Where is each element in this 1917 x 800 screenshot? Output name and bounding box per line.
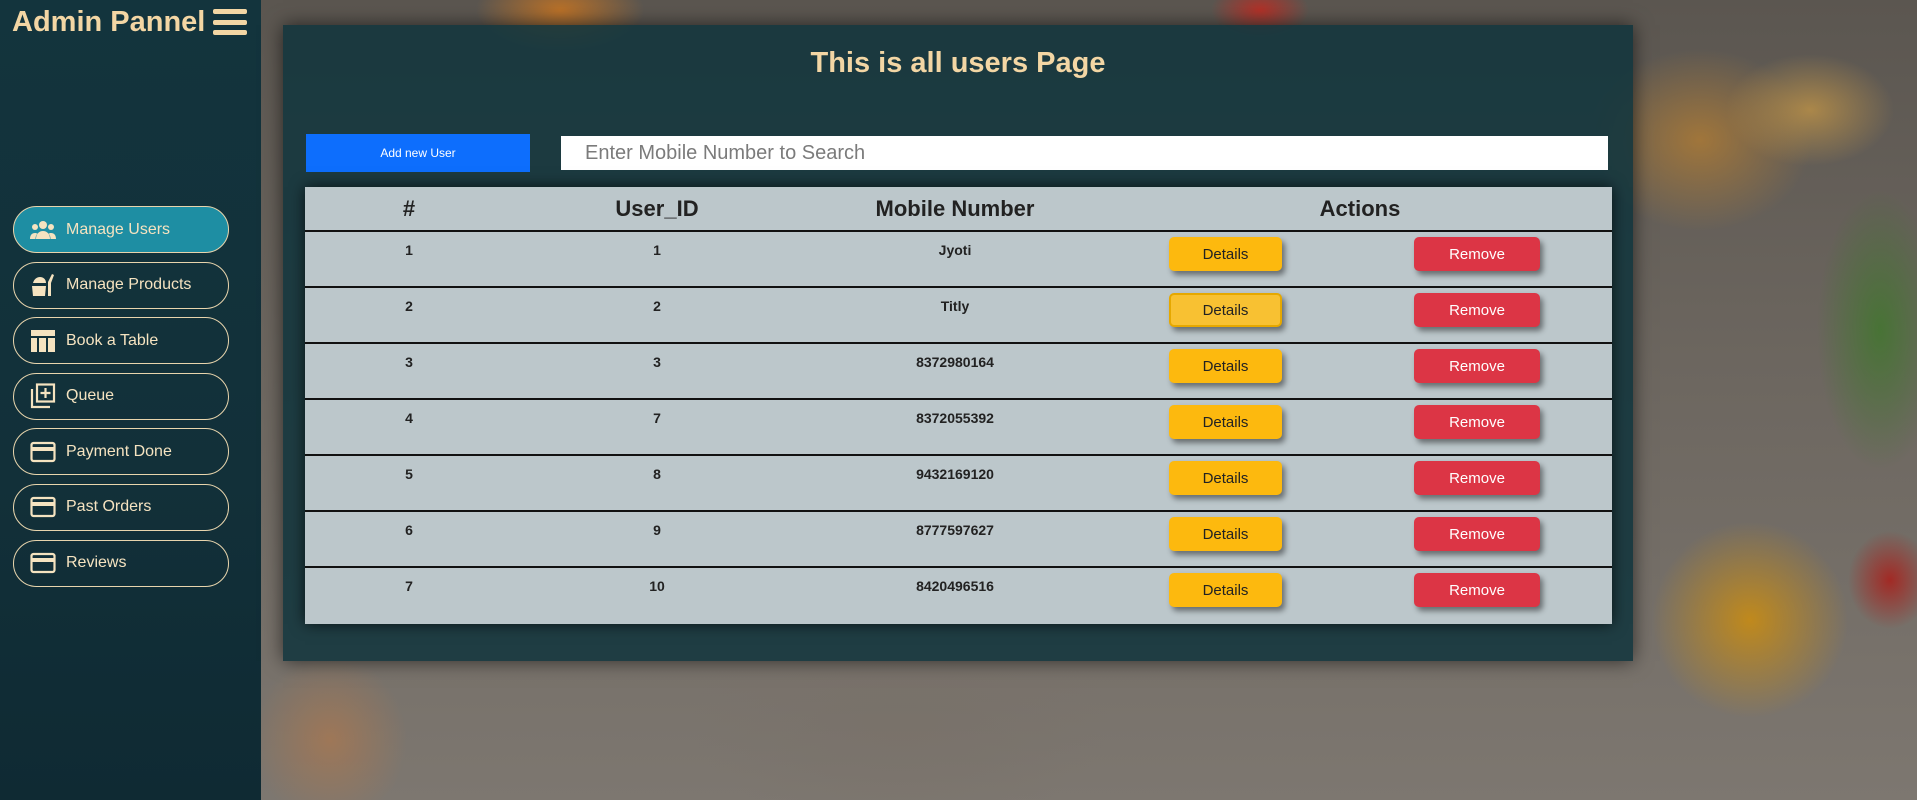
food-icon [30,272,56,298]
row-user-id: 3 [653,354,661,370]
sidebar-item-book-a-table[interactable]: Book a Table [13,317,229,365]
table-row: 2 2 Titly Details Remove [305,288,1612,344]
sidebar-item-label: Reviews [66,554,127,572]
row-user-id: 8 [653,466,661,482]
table-header: # User_ID Mobile Number Actions [305,187,1612,232]
remove-button[interactable]: Remove [1414,405,1540,439]
table-row: 1 1 Jyoti Details Remove [305,232,1612,288]
row-index: 1 [405,242,413,258]
sidebar-item-label: Payment Done [66,442,172,460]
sidebar-item-label: Queue [66,387,115,405]
row-index: 2 [405,298,413,314]
users-table: # User_ID Mobile Number Actions 1 1 Jyot… [305,187,1612,624]
menu-icon[interactable] [213,9,248,35]
sidebar-item-label: Manage Users [66,220,171,238]
brand-title: Admin Pannel [12,5,206,38]
card-icon [30,439,56,465]
sidebar-item-label: Manage Products [66,276,192,294]
table-row: 5 8 9432169120 Details Remove [305,456,1612,512]
users-icon [30,217,56,243]
details-button[interactable]: Details [1169,237,1282,271]
sidebar-item-manage-products[interactable]: Manage Products [13,261,229,309]
row-user-id: 9 [653,522,661,538]
sidebar-item-payment-done[interactable]: Payment Done [13,428,229,476]
row-mobile: 8420496516 [916,578,994,594]
table-row: 7 10 8420496516 Details Remove [305,568,1612,624]
table-row: 4 7 8372055392 Details Remove [305,400,1612,456]
column-header-actions: Actions [1319,196,1401,221]
row-index: 3 [405,354,413,370]
sidebar-item-reviews[interactable]: Reviews [13,539,229,587]
row-index: 4 [405,410,413,426]
remove-button[interactable]: Remove [1414,461,1540,495]
remove-button[interactable]: Remove [1414,237,1540,271]
row-mobile: Titly [940,298,970,314]
sidebar: Admin Pannel Manage Users Manage Product… [0,0,261,800]
sidebar-nav: Manage Users Manage Products Book a Tabl… [13,206,229,595]
row-user-id: 1 [653,242,661,258]
table-icon [30,328,56,354]
remove-button[interactable]: Remove [1414,517,1540,551]
page-title: This is all users Page [810,47,1106,79]
sidebar-item-manage-users[interactable]: Manage Users [13,206,229,253]
row-mobile: 8372980164 [916,354,994,370]
table-row: 3 3 8372980164 Details Remove [305,344,1612,400]
table-row: 6 9 8777597627 Details Remove [305,512,1612,568]
row-index: 7 [405,578,413,594]
remove-button[interactable]: Remove [1414,349,1540,383]
row-mobile: 8372055392 [916,410,994,426]
details-button[interactable]: Details [1169,349,1282,383]
row-index: 5 [405,466,413,482]
sidebar-item-queue[interactable]: Queue [13,372,229,420]
brand: Admin Pannel [12,4,248,40]
users-panel: This is all users Page Add new User # Us… [283,25,1633,661]
details-button[interactable]: Details [1169,293,1282,327]
sidebar-item-past-orders[interactable]: Past Orders [13,483,229,531]
remove-button[interactable]: Remove [1414,573,1540,607]
column-header-mobile: Mobile Number [875,196,1035,221]
details-button[interactable]: Details [1169,405,1282,439]
add-user-button[interactable]: Add new User [306,134,530,172]
row-index: 6 [405,522,413,538]
card-icon [30,494,56,520]
sidebar-item-label: Book a Table [66,331,159,349]
column-header-index: # [402,196,416,221]
card-icon [30,550,56,576]
details-button[interactable]: Details [1169,461,1282,495]
row-mobile: Jyoti [938,242,972,258]
remove-button[interactable]: Remove [1414,293,1540,327]
queue-add-icon [30,383,56,409]
row-user-id: 10 [649,578,665,594]
row-user-id: 2 [653,298,661,314]
row-mobile: 8777597627 [916,522,994,538]
row-mobile: 9432169120 [916,466,994,482]
search-input[interactable] [561,136,1608,170]
row-user-id: 7 [653,410,661,426]
details-button[interactable]: Details [1169,517,1282,551]
column-header-user-id: User_ID [615,196,699,221]
details-button[interactable]: Details [1169,573,1282,607]
sidebar-item-label: Past Orders [66,498,152,516]
